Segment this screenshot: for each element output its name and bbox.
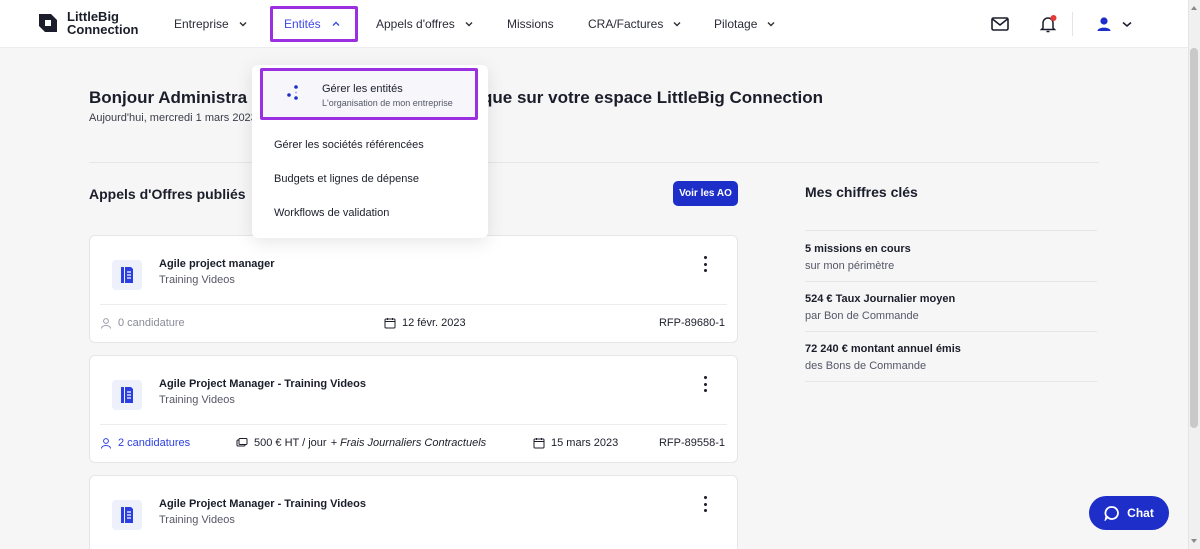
current-date: Aujourd'hui, mercredi 1 mars 2023 bbox=[89, 112, 257, 124]
logo-icon bbox=[39, 14, 57, 32]
menu-item-societes-referencees[interactable]: Gérer les sociétés référencées bbox=[274, 139, 424, 151]
top-navigation-bar: LittleBig Connection Entreprise Entités … bbox=[0, 0, 1188, 48]
more-options-icon[interactable] bbox=[699, 376, 711, 392]
kpi-label: par Bon de Commande bbox=[805, 310, 919, 322]
card-divider bbox=[100, 304, 727, 305]
nav-pilotage[interactable]: Pilotage bbox=[714, 0, 776, 48]
money-icon bbox=[236, 438, 248, 447]
kpi-divider bbox=[805, 230, 1097, 231]
nav-pilotage-label: Pilotage bbox=[714, 17, 758, 31]
daily-rate-extra: + Frais Journaliers Contractuels bbox=[330, 437, 487, 449]
ao-card-title: Agile project manager bbox=[159, 258, 275, 270]
nav-cra-label: CRA/Factures bbox=[588, 17, 664, 31]
more-options-icon[interactable] bbox=[699, 256, 711, 272]
bell-icon[interactable] bbox=[1038, 14, 1058, 34]
ao-card-title: Agile Project Manager - Training Videos bbox=[159, 498, 367, 510]
chat-button[interactable]: Chat bbox=[1089, 496, 1169, 530]
kpi-item: 72 240 € montant annuel émis des Bons de… bbox=[805, 343, 1097, 372]
daily-rate: 500 € HT / jour + Frais Journaliers Cont… bbox=[236, 437, 486, 449]
entities-network-icon bbox=[287, 85, 298, 100]
document-icon bbox=[112, 260, 142, 290]
candidates-count: 0 candidature bbox=[100, 317, 185, 329]
user-avatar-icon[interactable] bbox=[1094, 14, 1114, 34]
scroll-up-arrow-icon[interactable] bbox=[1190, 4, 1198, 12]
ao-date-text: 12 févr. 2023 bbox=[402, 317, 466, 329]
logo[interactable]: LittleBig Connection bbox=[36, 10, 139, 36]
candidates-count-text: 2 candidatures bbox=[118, 437, 191, 449]
kpi-item: 5 missions en cours sur mon périmètre bbox=[805, 243, 1097, 272]
menu-item-gerer-entites[interactable]: Gérer les entités L'organisation de mon … bbox=[260, 68, 478, 120]
logo-text-line2: Connection bbox=[67, 22, 139, 37]
chat-bubble-icon bbox=[1104, 506, 1120, 521]
ao-section-title: Appels d'Offres publiés bbox=[89, 186, 246, 202]
page-greeting: Bonjour Administra bbox=[89, 88, 248, 107]
ao-reference: RFP-89680-1 bbox=[658, 317, 725, 329]
document-icon bbox=[112, 380, 142, 410]
section-divider bbox=[89, 162, 1099, 163]
ao-card-title: Agile Project Manager - Training Videos bbox=[159, 378, 367, 390]
card-divider bbox=[100, 424, 727, 425]
ao-card[interactable]: Agile Project Manager - Training Videos … bbox=[89, 355, 738, 463]
ao-card-subtitle: Training Videos bbox=[159, 394, 235, 406]
ao-card[interactable]: Agile Project Manager - Training Videos … bbox=[89, 475, 738, 549]
calendar-icon bbox=[533, 438, 545, 449]
daily-rate-text: 500 € HT / jour bbox=[254, 437, 327, 449]
header-divider bbox=[1072, 12, 1073, 36]
menu-item-budgets[interactable]: Budgets et lignes de dépense bbox=[274, 173, 419, 185]
chevron-down-icon[interactable] bbox=[1120, 14, 1134, 34]
ao-reference: RFP-89558-1 bbox=[658, 437, 725, 449]
kpi-item: 524 € Taux Journalier moyen par Bon de C… bbox=[805, 293, 1097, 322]
nav-entites-label: Entités bbox=[284, 17, 321, 31]
ao-date: 15 mars 2023 bbox=[533, 437, 618, 449]
menu-item-title: Gérer les entités bbox=[322, 83, 403, 95]
nav-cra-factures[interactable]: CRA/Factures bbox=[588, 0, 682, 48]
kpi-value: 5 missions en cours bbox=[805, 243, 911, 255]
page-scrollbar[interactable] bbox=[1188, 0, 1200, 549]
kpi-label: des Bons de Commande bbox=[805, 360, 927, 372]
see-ao-button[interactable]: Voir les AO bbox=[673, 181, 738, 206]
nav-entreprise[interactable]: Entreprise bbox=[174, 0, 248, 48]
chevron-down-icon bbox=[465, 22, 473, 27]
candidates-count[interactable]: 2 candidatures bbox=[100, 437, 190, 449]
chevron-down-icon bbox=[239, 22, 247, 27]
page-greeting-end: que sur votre espace LittleBig Connectio… bbox=[482, 88, 824, 107]
kpi-section-title: Mes chiffres clés bbox=[805, 184, 918, 200]
nav-appels-offres[interactable]: Appels d'offres bbox=[376, 0, 474, 48]
kpi-divider bbox=[805, 281, 1097, 282]
ao-card-subtitle: Training Videos bbox=[159, 274, 235, 286]
chevron-up-icon bbox=[332, 21, 340, 26]
kpi-value: 72 240 € montant annuel émis bbox=[805, 343, 961, 355]
mail-icon[interactable] bbox=[990, 14, 1010, 34]
person-icon bbox=[101, 438, 111, 449]
chevron-down-icon bbox=[673, 22, 681, 27]
kpi-label: sur mon périmètre bbox=[805, 260, 895, 272]
calendar-icon bbox=[384, 318, 396, 329]
ao-card[interactable]: Agile project manager Training Videos 0 … bbox=[89, 235, 738, 343]
menu-item-description: L'organisation de mon entreprise bbox=[322, 98, 453, 108]
nav-entites[interactable]: Entités bbox=[270, 6, 358, 42]
candidates-count-text: 0 candidature bbox=[118, 317, 185, 329]
scrollbar-thumb[interactable] bbox=[1190, 48, 1198, 428]
nav-appels-label: Appels d'offres bbox=[376, 17, 455, 31]
ao-date-text: 15 mars 2023 bbox=[551, 437, 619, 449]
chat-label: Chat bbox=[1127, 506, 1154, 520]
chevron-down-icon bbox=[767, 22, 775, 27]
nav-missions[interactable]: Missions bbox=[507, 0, 554, 48]
nav-missions-label: Missions bbox=[507, 17, 554, 31]
ao-card-subtitle: Training Videos bbox=[159, 514, 235, 526]
kpi-value: 524 € Taux Journalier moyen bbox=[805, 293, 956, 305]
more-options-icon[interactable] bbox=[699, 496, 711, 512]
kpi-divider bbox=[805, 331, 1097, 332]
menu-item-workflows[interactable]: Workflows de validation bbox=[274, 207, 389, 219]
nav-entreprise-label: Entreprise bbox=[174, 17, 229, 31]
ao-date: 12 févr. 2023 bbox=[384, 317, 466, 329]
document-icon bbox=[112, 500, 142, 530]
person-icon bbox=[101, 318, 111, 329]
scroll-down-arrow-icon[interactable] bbox=[1190, 537, 1198, 545]
kpi-divider bbox=[805, 381, 1097, 382]
